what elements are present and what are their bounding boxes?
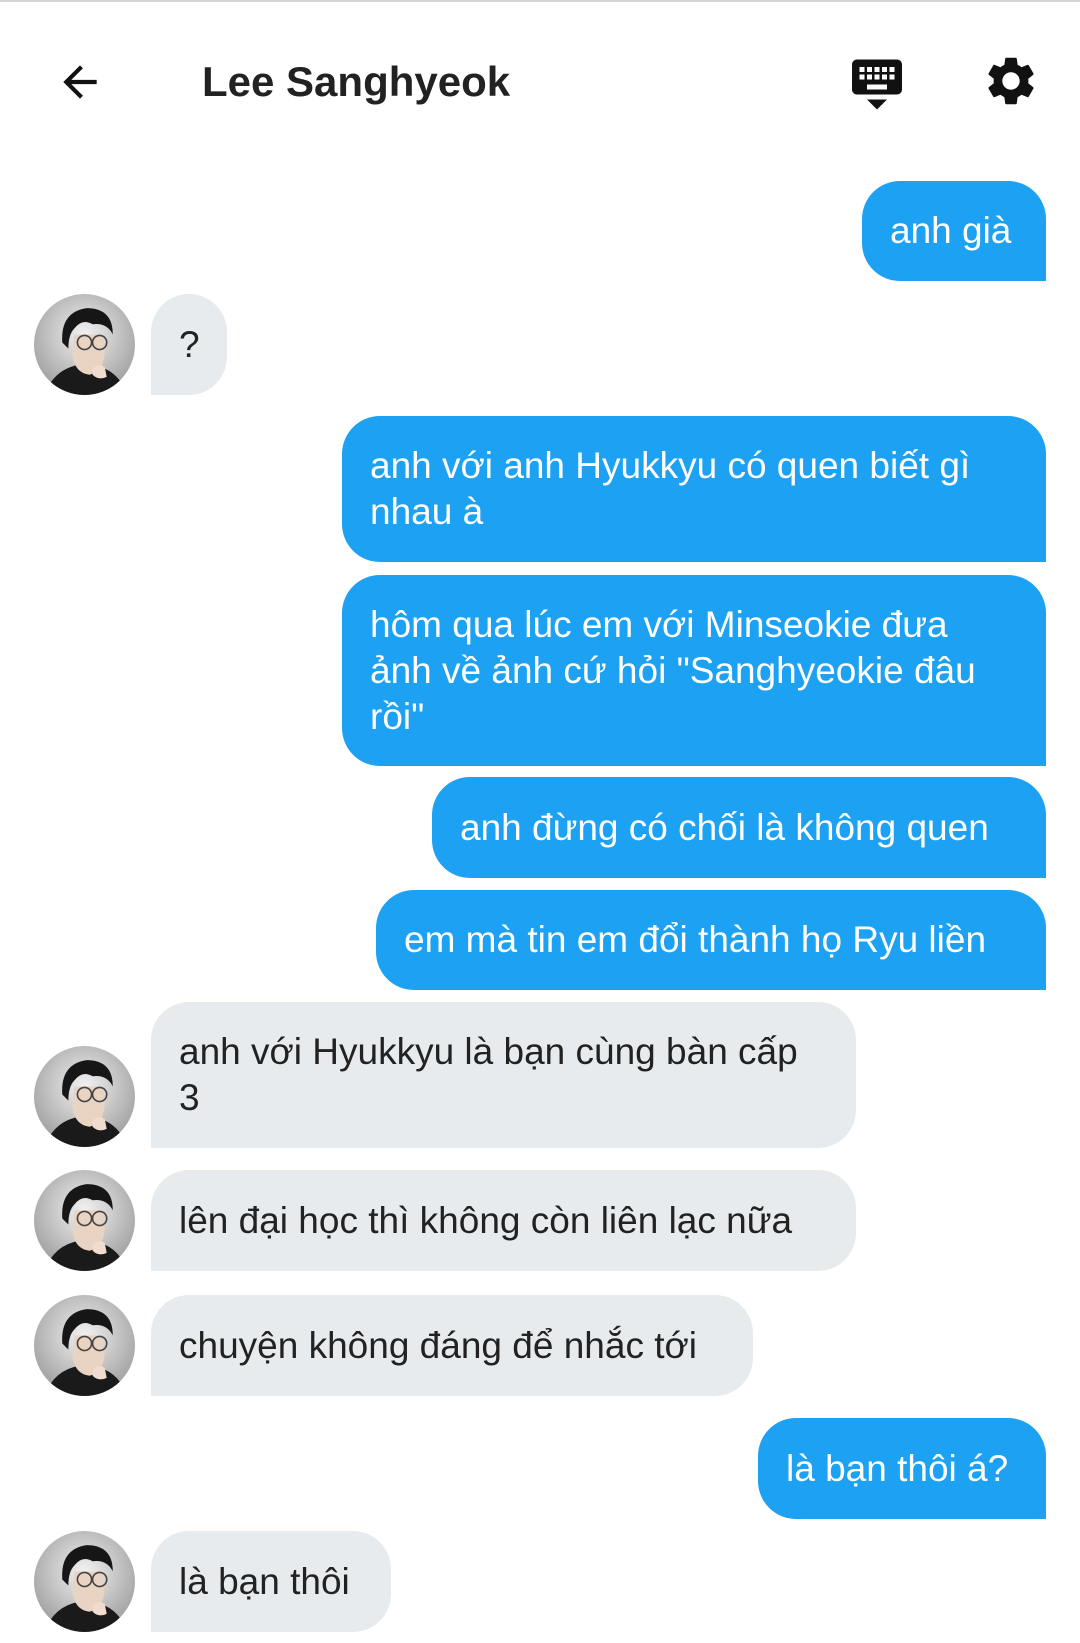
avatar[interactable] — [34, 1170, 135, 1271]
message-bubble-sent[interactable]: là bạn thôi á? — [758, 1418, 1046, 1519]
message-bubble-sent[interactable]: hôm qua lúc em với Minseokie đưa ảnh về … — [342, 575, 1046, 766]
message-bubble-received[interactable]: anh với Hyukkyu là bạn cùng bàn cấp 3 — [151, 1002, 856, 1148]
avatar-image — [34, 1170, 135, 1271]
message-bubble-sent[interactable]: anh đừng có chối là không quen — [432, 777, 1046, 878]
settings-button[interactable] — [978, 48, 1044, 114]
message-bubble-received[interactable]: ? — [151, 294, 227, 395]
message-text: anh với Hyukkyu là bạn cùng bàn cấp 3 — [179, 1031, 798, 1118]
avatar[interactable] — [34, 1295, 135, 1396]
avatar-image — [34, 1531, 135, 1632]
message-text: lên đại học thì không còn liên lạc nữa — [179, 1199, 793, 1241]
keyboard-hide-icon — [852, 59, 902, 110]
message-text: em mà tin em đổi thành họ Ryu liền — [404, 919, 987, 960]
message-bubble-received[interactable]: chuyện không đáng để nhắc tới — [151, 1295, 753, 1396]
avatar[interactable] — [34, 294, 135, 395]
back-button[interactable] — [48, 50, 112, 114]
message-bubble-sent[interactable]: em mà tin em đổi thành họ Ryu liền — [376, 890, 1046, 990]
arrow-left-icon — [63, 65, 97, 99]
conversation-title: Lee Sanghyeok — [202, 58, 511, 105]
gear-icon — [988, 57, 1034, 105]
avatar-image — [34, 1046, 135, 1147]
message-text: là bạn thôi — [179, 1560, 350, 1602]
message-bubble-sent[interactable]: anh già — [862, 181, 1046, 281]
message-text: anh đừng có chối là không quen — [460, 806, 989, 848]
keyboard-toggle-button[interactable] — [845, 50, 909, 114]
message-text: anh già — [890, 210, 1012, 251]
message-text: là bạn thôi á? — [786, 1447, 1009, 1489]
avatar-image — [34, 1295, 135, 1396]
message-bubble-received[interactable]: lên đại học thì không còn liên lạc nữa — [151, 1170, 856, 1271]
message-bubble-sent[interactable]: anh với anh Hyukkyu có quen biết gì nhau… — [342, 416, 1046, 562]
chat-header: Lee Sanghyeok — [0, 2, 1080, 152]
message-text: anh với anh Hyukkyu có quen biết gì nhau… — [370, 445, 971, 532]
avatar[interactable] — [34, 1531, 135, 1632]
message-bubble-received[interactable]: là bạn thôi — [151, 1531, 391, 1632]
message-text: ? — [179, 323, 200, 365]
message-text: chuyện không đáng để nhắc tới — [179, 1324, 697, 1366]
message-text: hôm qua lúc em với Minseokie đưa ảnh về … — [370, 603, 976, 737]
avatar[interactable] — [34, 1046, 135, 1147]
avatar-image — [34, 294, 135, 395]
